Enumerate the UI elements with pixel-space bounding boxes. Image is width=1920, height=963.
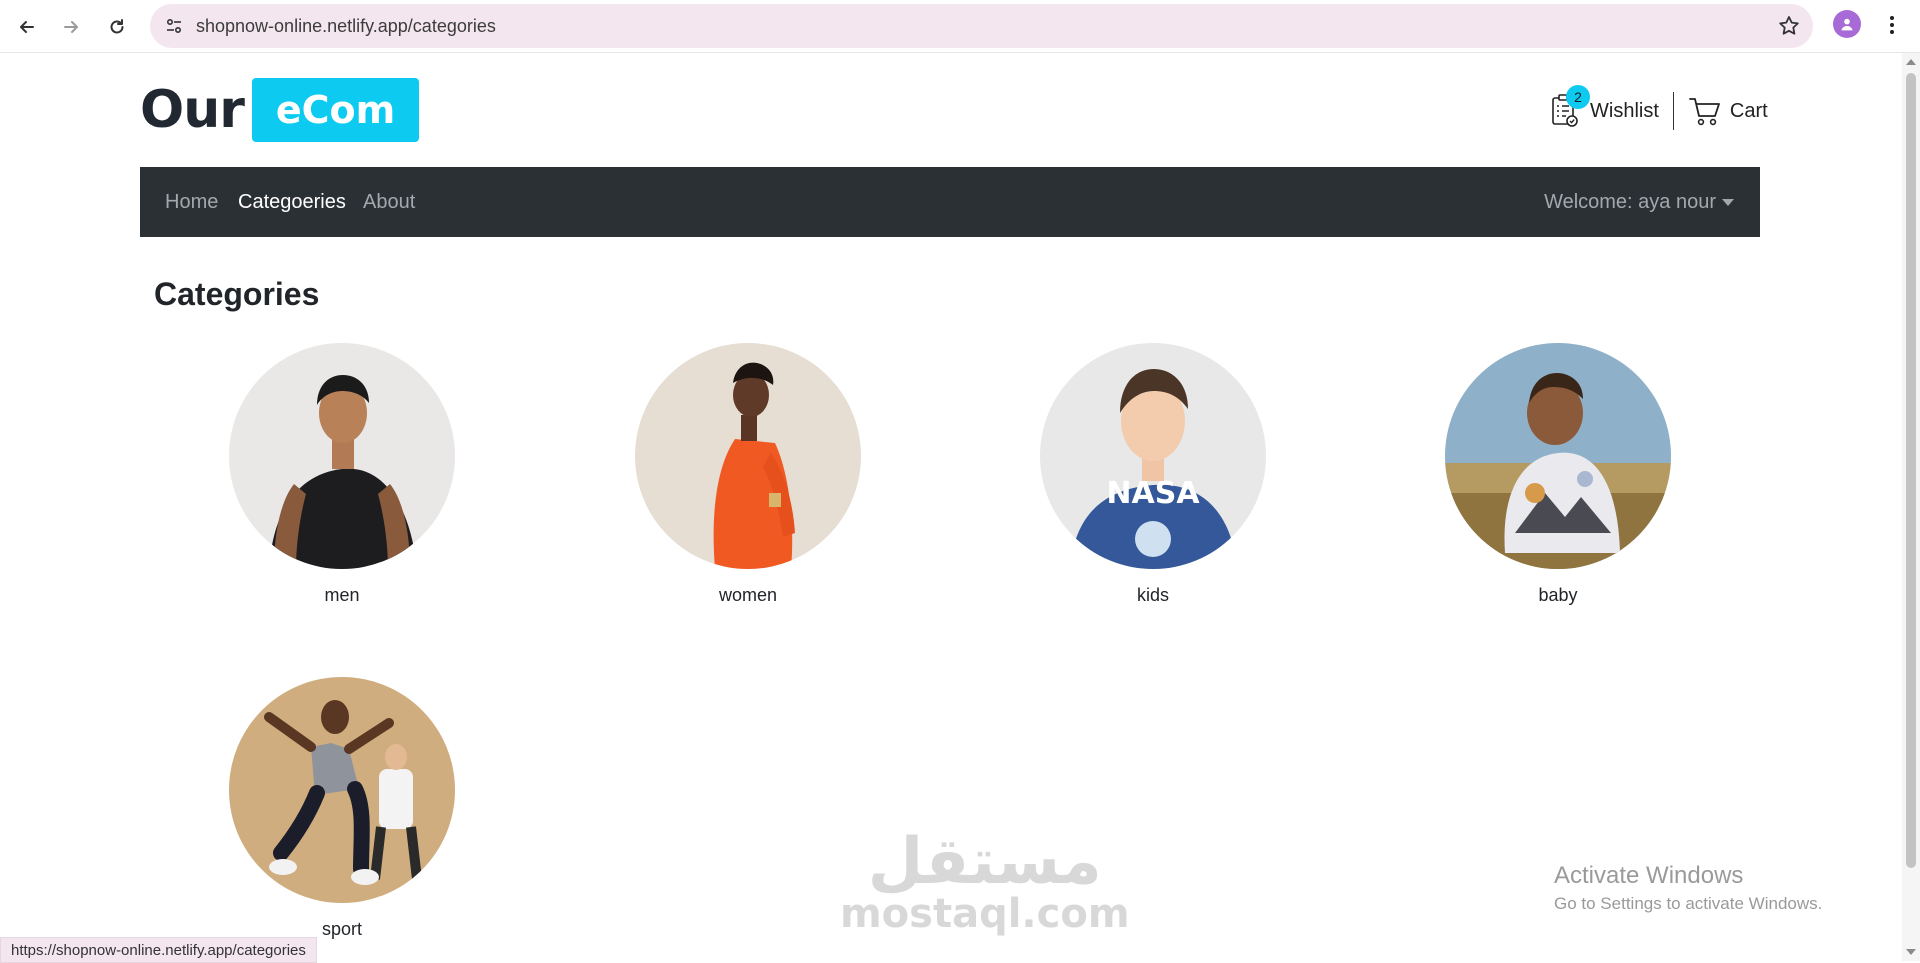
category-label[interactable]: kids <box>1040 585 1266 606</box>
browser-menu-button[interactable] <box>1880 10 1904 40</box>
svg-text:NASA: NASA <box>1106 476 1200 511</box>
scroll-down-arrow-icon[interactable] <box>1906 949 1916 955</box>
forward-arrow-icon <box>64 21 78 33</box>
wishlist-label[interactable]: Wishlist <box>1590 100 1659 123</box>
category-card-women[interactable]: women <box>635 343 861 606</box>
men-category-image[interactable] <box>229 343 455 569</box>
cart-link[interactable]: Cart <box>1688 94 1768 128</box>
baby-category-image[interactable] <box>1445 343 1671 569</box>
scroll-thumb[interactable] <box>1906 73 1916 868</box>
watermark-latin: mostaql.com <box>840 891 1130 937</box>
category-card-men[interactable]: men <box>229 343 455 606</box>
sport-category-image[interactable] <box>229 677 455 903</box>
wishlist-count-badge: 2 <box>1566 85 1590 109</box>
browser-toolbar: shopnow-online.netlify.app/categories <box>0 0 1920 53</box>
caret-down-icon <box>1722 199 1734 206</box>
reload-icon <box>110 19 124 34</box>
forward-button[interactable] <box>52 8 90 46</box>
main-navbar: Home Categoeries About Welcome: aya nour <box>140 167 1760 237</box>
cart-icon <box>1688 98 1720 126</box>
user-dropdown[interactable]: Welcome: aya nour <box>1544 191 1734 214</box>
welcome-text: Welcome: aya nour <box>1544 191 1716 213</box>
nav-about[interactable]: About <box>363 191 415 214</box>
url-text[interactable]: shopnow-online.netlify.app/categories <box>196 16 496 37</box>
women-category-image[interactable] <box>635 343 861 569</box>
brand-logo[interactable]: Our eCom <box>140 78 420 142</box>
brand-our-text: Our <box>140 80 245 140</box>
brand-ecom-badge: eCom <box>251 78 420 142</box>
back-arrow-icon <box>20 21 34 33</box>
page-scrollbar[interactable] <box>1902 53 1920 961</box>
category-card-kids[interactable]: NASA kids <box>1040 343 1266 606</box>
kids-category-image[interactable]: NASA <box>1040 343 1266 569</box>
category-card-sport[interactable]: sport <box>229 677 455 940</box>
nav-categories[interactable]: Categoeries <box>238 191 346 214</box>
header-separator <box>1672 92 1674 130</box>
site-info-icon[interactable] <box>160 12 188 40</box>
page-title: Categories <box>154 276 320 312</box>
activate-windows-notice: Activate Windows Go to Settings to activ… <box>1554 862 1822 914</box>
nav-home[interactable]: Home <box>165 191 218 214</box>
wishlist-link[interactable]: 2 Wishlist <box>1550 85 1659 129</box>
profile-avatar[interactable] <box>1833 10 1861 38</box>
category-label[interactable]: men <box>229 585 455 606</box>
back-button[interactable] <box>8 8 46 46</box>
reload-button[interactable] <box>98 8 136 46</box>
watermark-arabic: مستقل <box>867 825 1102 899</box>
category-label[interactable]: baby <box>1445 585 1671 606</box>
scroll-up-arrow-icon[interactable] <box>1906 59 1916 65</box>
header-actions: 2 Wishlist Cart <box>1550 85 1768 136</box>
category-card-baby[interactable]: baby <box>1445 343 1671 606</box>
link-status-bar: https://shopnow-online.netlify.app/categ… <box>0 937 317 963</box>
address-bar[interactable]: shopnow-online.netlify.app/categories <box>150 4 1813 48</box>
activate-subtitle: Go to Settings to activate Windows. <box>1554 894 1823 913</box>
watermark-logo: مستقل mostaql.com <box>840 830 1130 934</box>
bookmark-star-icon[interactable] <box>1777 14 1801 38</box>
status-url: https://shopnow-online.netlify.app/categ… <box>11 941 306 959</box>
activate-title: Activate Windows <box>1554 862 1744 889</box>
cart-label[interactable]: Cart <box>1730 100 1768 123</box>
user-icon <box>1841 18 1853 31</box>
category-label[interactable]: women <box>635 585 861 606</box>
